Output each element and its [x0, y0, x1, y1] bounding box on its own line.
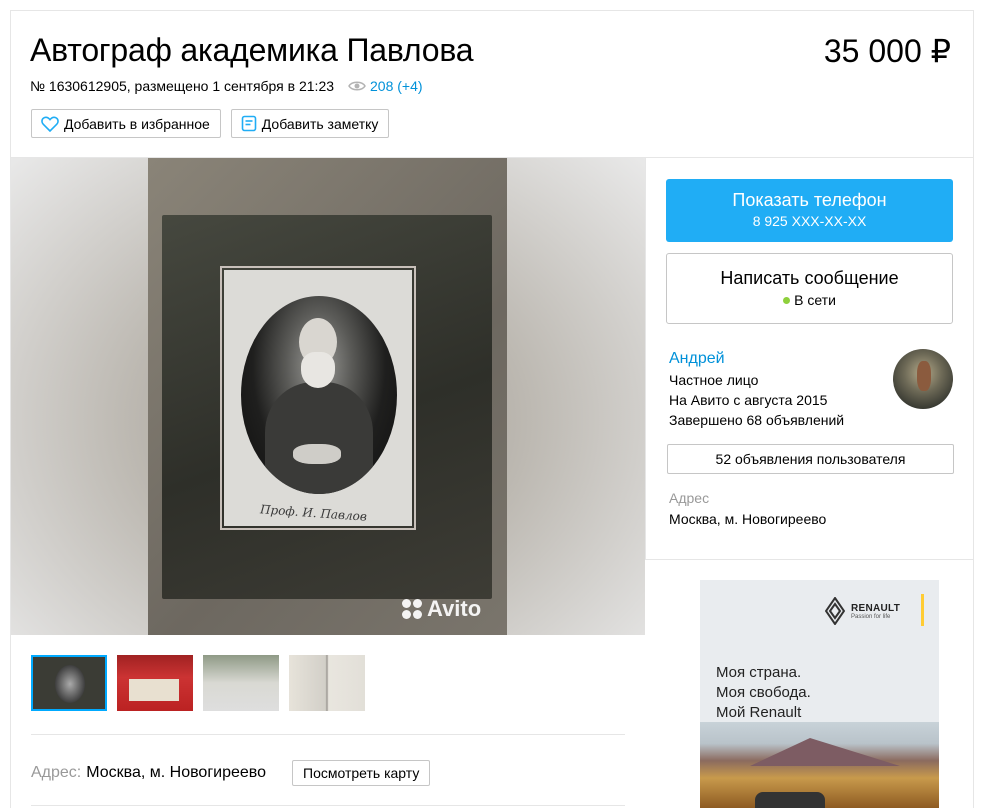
sidebar-address-label: Адрес	[669, 490, 710, 506]
banner-car	[755, 792, 825, 808]
seller-info: Частное лицо На Авито с августа 2015 Зав…	[669, 370, 844, 430]
renault-tagline: Passion for life	[851, 613, 891, 620]
thumbnail-3[interactable]	[203, 655, 279, 711]
banner-line-3: Мой Renault	[716, 704, 802, 721]
views-counter: 208 (+4)	[348, 78, 423, 94]
note-icon	[241, 115, 257, 132]
address-row: Адрес: Москва, м. Новогиреево Посмотреть…	[31, 760, 431, 786]
thumbnail-strip	[31, 655, 365, 711]
seller-completed: Завершено 68 объявлений	[669, 412, 845, 428]
section-divider-bottom	[31, 805, 625, 806]
add-to-favorites-label: Добавить в избранное	[64, 115, 210, 132]
phone-masked: 8 925 XXX-XX-XX	[752, 213, 867, 229]
listing-meta: № 1630612905, размещено 1 сентября в 21:…	[30, 78, 423, 94]
add-to-favorites-button[interactable]: Добавить в избранное	[31, 109, 221, 138]
seller-since: На Авито с августа 2015	[669, 392, 828, 408]
seller-type: Частное лицо	[669, 372, 759, 388]
renault-logo: RENAULT Passion for life	[825, 597, 900, 625]
watermark-text: Avito	[427, 596, 482, 621]
online-status: В сети	[783, 292, 836, 308]
add-note-button[interactable]: Добавить заметку	[230, 109, 390, 138]
photo-image: Проф. И. Павлов	[148, 158, 507, 635]
renault-logo-icon	[825, 597, 845, 625]
online-dot-icon	[783, 296, 791, 304]
seller-ads-button[interactable]: 52 объявления пользователя	[667, 444, 954, 474]
address-value: Москва, м. Новогиреево	[86, 764, 267, 781]
page-title: Автограф академика Павлова	[30, 32, 474, 68]
price: 35 000 ₽	[823, 33, 951, 69]
banner-line-1: Моя страна.	[716, 664, 802, 681]
section-divider	[31, 734, 625, 735]
seller-name-link[interactable]: Андрей	[669, 350, 725, 368]
avito-logo-icon	[402, 599, 422, 619]
thumbnail-1[interactable]	[31, 655, 107, 711]
views-count: 208 (+4)	[370, 78, 423, 94]
banner-text: Моя страна. Моя свобода. Мой Renault	[716, 663, 811, 723]
thumbnail-2[interactable]	[117, 655, 193, 711]
sidebar-address-value: Москва, м. Новогиреево	[669, 511, 827, 527]
banner-line-2: Моя свобода.	[716, 684, 811, 701]
avito-watermark: Avito	[402, 596, 481, 622]
renault-ad-banner[interactable]: RENAULT Passion for life Моя страна. Моя…	[700, 580, 939, 808]
send-message-button[interactable]: Написать сообщение В сети	[666, 253, 953, 324]
main-photo[interactable]: Проф. И. Павлов Avito	[11, 158, 645, 635]
renault-brand: RENAULT	[851, 602, 901, 614]
listing-actions: Добавить в избранное Добавить заметку	[31, 109, 390, 138]
contact-sidebar: Показать телефон 8 925 XXX-XX-XX Написат…	[645, 158, 974, 560]
heart-icon	[41, 116, 59, 132]
listing-id-date: № 1630612905, размещено 1 сентября в 21:…	[30, 78, 335, 94]
portrait-image	[241, 296, 397, 494]
banner-mountain	[750, 738, 900, 766]
thumbnail-4[interactable]	[289, 655, 365, 711]
seller-avatar[interactable]	[893, 349, 953, 409]
show-phone-label: Показать телефон	[732, 190, 887, 210]
show-phone-button[interactable]: Показать телефон 8 925 XXX-XX-XX	[666, 179, 953, 242]
address-label: Адрес:	[31, 764, 82, 781]
banner-accent-bar	[921, 594, 924, 626]
eye-icon	[348, 81, 366, 91]
show-map-button[interactable]: Посмотреть карту	[292, 760, 431, 786]
add-note-label: Добавить заметку	[261, 115, 379, 132]
send-message-label: Написать сообщение	[720, 268, 899, 288]
online-status-label: В сети	[794, 292, 836, 308]
